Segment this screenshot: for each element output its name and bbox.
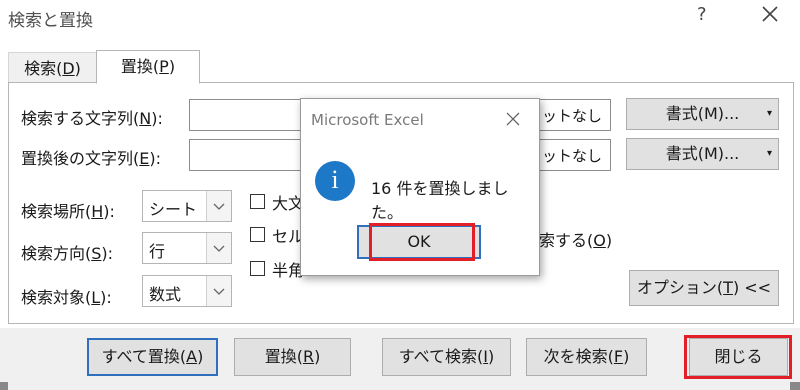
within-label-mnemonic: H [91,202,104,221]
tab-replace-mnemonic: P [159,57,169,76]
find-all-button[interactable]: すべて検索(I) [382,338,511,376]
look-in-label: 検索対象(L): [21,284,112,308]
find-next-text: 次を検索( [543,347,614,366]
message-box-body: i 16 件を置換しました。 OK [301,149,537,273]
replace-all-button[interactable]: すべて置換(A) [87,338,218,376]
tab-find-mnemonic: D [62,59,75,78]
replace-format-preview: ットなし [541,147,602,165]
tab-find-label: 検索( [24,59,63,78]
find-label-mnemonic: N [139,109,152,128]
find-next-button[interactable]: 次を検索(F) [526,338,647,376]
search-label-text: 検索方向( [21,244,92,263]
options-button-suffix: ) << [732,278,772,297]
lookin-label-text: 検索対象( [21,288,92,307]
look-in-value: 数式 [149,285,182,304]
tab-replace-suffix: ) [168,57,176,76]
replace-label-text: 置換後の文字列( [21,149,140,168]
replace-label-mnemonic: E [139,149,150,168]
find-format-button-label: 書式(M)... [665,104,740,123]
replace-label-suffix: ): [149,149,161,168]
find-what-label: 検索する文字列(N): [21,105,163,129]
find-all-suffix: ) [487,347,495,366]
close-button-highlight [684,335,792,379]
message-text: 16 件を置換しました。 [371,179,509,222]
search-order-value: 行 [149,242,166,261]
within-label-text: 検索場所( [21,202,92,221]
search-label-mnemonic: S [91,244,102,263]
info-icon: i [315,161,355,201]
tab-find-suffix: ) [74,59,81,78]
match-case-checkbox[interactable] [250,194,265,209]
dropdown-arrow-icon: ▾ [766,108,772,119]
replace-all-suffix: ) [197,347,204,366]
find-next-suffix: ) [623,347,630,366]
message-box: Microsoft Excel i 16 件を置換しました。 OK [300,98,540,276]
resize-grip-left [0,382,8,390]
tab-replace[interactable]: 置換(P) [96,50,200,84]
match-width-checkbox[interactable] [250,261,265,276]
tab-find[interactable]: 検索(D) [8,52,97,83]
chevron-down-icon[interactable] [206,276,231,306]
replace-format-button[interactable]: 書式(M)... ▾ [626,138,779,170]
chevron-down-icon[interactable] [206,191,231,221]
find-format-button[interactable]: 書式(M)... ▾ [626,98,779,130]
window-title: 検索と置換 [8,11,93,31]
match-cell-tail-text: 索する( [539,231,594,250]
find-all-text: すべて検索( [398,347,484,366]
within-label-suffix: ): [103,202,115,221]
within-label: 検索場所(H): [21,198,115,222]
options-button[interactable]: オプション(T) << [629,270,779,306]
message-box-title: Microsoft Excel [311,111,424,129]
search-order-label: 検索方向(S): [21,240,113,264]
tab-strip: 検索(D) 置換(P) [8,50,798,84]
options-button-text: オプション( [636,278,724,297]
match-cell-mnemonic: O [593,231,606,250]
replace-all-mnemonic: A [186,347,198,366]
replace-with-label: 置換後の文字列(E): [21,145,161,169]
replace-button[interactable]: 置換(R) [234,338,351,376]
look-in-select[interactable]: 数式 [142,275,232,307]
match-cell-label-tail: 索する(O) [539,227,612,251]
help-button[interactable]: ? [697,4,707,25]
resize-grip-right [790,382,800,390]
chevron-down-icon[interactable] [206,233,231,263]
find-label-text: 検索する文字列( [21,109,140,128]
match-cell-checkbox[interactable] [250,227,265,242]
lookin-label-mnemonic: L [91,288,101,307]
replace-format-button-label: 書式(M)... [665,144,740,163]
replace-all-text: すべて置換( [101,347,187,366]
within-value: シート [149,200,198,219]
within-select[interactable]: シート [142,190,232,222]
replace-mnemonic: R [302,347,315,366]
replace-text: 置換( [264,347,303,366]
search-order-select[interactable]: 行 [142,232,232,264]
dropdown-arrow-icon: ▾ [766,148,772,159]
options-button-mnemonic: T [723,278,733,297]
ok-button-highlight [369,223,475,261]
tab-replace-label: 置換( [120,57,160,76]
lookin-label-suffix: ): [100,288,112,307]
match-cell-suffix: ) [605,231,613,250]
find-format-preview: ットなし [541,107,602,125]
close-icon[interactable] [505,111,521,127]
replace-suffix: ) [314,347,321,366]
find-next-mnemonic: F [613,347,624,366]
find-label-suffix: ): [151,109,163,128]
search-label-suffix: ): [101,244,114,263]
close-icon[interactable] [760,4,780,24]
